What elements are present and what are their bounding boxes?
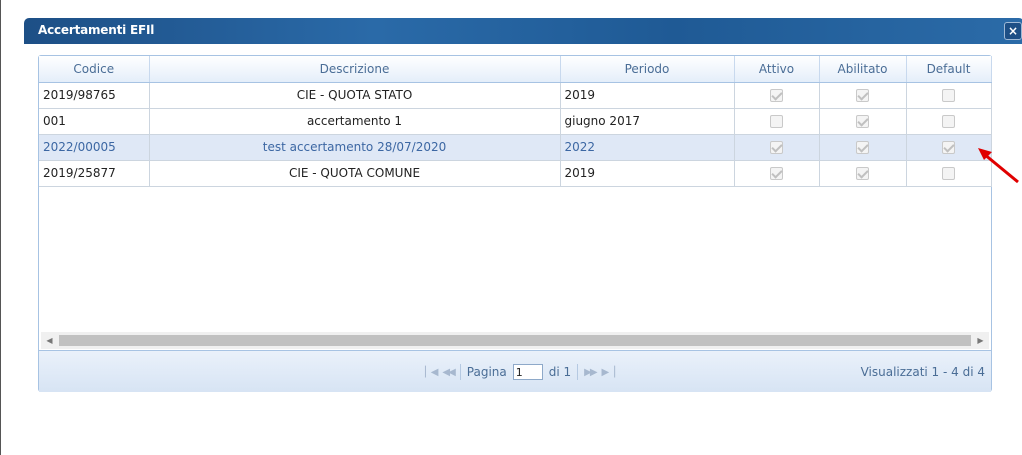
close-button[interactable]: × [1004, 22, 1022, 40]
abilitato-checkbox[interactable] [856, 141, 869, 154]
default-checkbox[interactable] [942, 141, 955, 154]
cell-default [906, 82, 992, 109]
cell-abilitato [819, 134, 907, 161]
attivo-checkbox[interactable] [770, 89, 783, 102]
cell-descrizione: CIE - QUOTA STATO [149, 82, 561, 109]
cell-periodo: 2019 [560, 82, 735, 109]
pager-separator [459, 364, 461, 380]
cell-attivo [734, 82, 820, 109]
table-row[interactable]: 2019/98765 CIE - QUOTA STATO 2019 [39, 82, 992, 109]
abilitato-checkbox[interactable] [856, 115, 869, 128]
cell-periodo: 2022 [560, 134, 735, 161]
pagination-status: Visualizzati 1 - 4 di 4 [860, 365, 985, 379]
table-row[interactable]: 001 accertamento 1 giugno 2017 [39, 108, 992, 135]
cell-codice: 2019/98765 [39, 82, 150, 109]
cell-descrizione: CIE - QUOTA COMUNE [149, 160, 561, 187]
table-row[interactable]: 2022/00005 test accertamento 28/07/2020 20… [39, 134, 992, 161]
page-label: Pagina [466, 365, 507, 379]
table-row[interactable]: 2019/25877 CIE - QUOTA COMUNE 2019 [39, 160, 992, 187]
default-checkbox[interactable] [942, 115, 955, 128]
annotation-arrow-icon [978, 148, 1019, 184]
column-header-periodo[interactable]: Periodo [560, 56, 735, 83]
page-number-input[interactable] [512, 364, 543, 380]
attivo-checkbox[interactable] [770, 115, 783, 128]
cell-default [906, 108, 992, 135]
attivo-checkbox[interactable] [770, 167, 783, 180]
cell-attivo [734, 134, 820, 161]
cell-attivo [734, 160, 820, 187]
column-header-descrizione[interactable]: Descrizione [149, 56, 561, 83]
accertamenti-table: Codice Descrizione Periodo Attivo Abilit… [39, 56, 992, 187]
cell-descrizione: accertamento 1 [149, 108, 561, 135]
cell-descrizione: test accertamento 28/07/2020 [149, 134, 561, 161]
first-page-icon[interactable]: ▏◀ [425, 367, 438, 378]
window-titlebar: Accertamenti EFIl [24, 18, 1022, 44]
cell-codice: 001 [39, 108, 150, 135]
attivo-checkbox[interactable] [770, 141, 783, 154]
column-header-default[interactable]: Default [906, 56, 992, 83]
scroll-left-icon[interactable]: ◀ [41, 332, 58, 349]
last-page-icon[interactable]: ▶▕ [602, 367, 615, 378]
pagination-bar: ▏◀ ◀◀ Pagina di 1 ▶▶ ▶▕ Visualizzati 1 -… [39, 350, 991, 392]
column-header-abilitato[interactable]: Abilitato [819, 56, 907, 83]
cell-abilitato [819, 108, 907, 135]
pagination-nav: ▏◀ ◀◀ Pagina di 1 ▶▶ ▶▕ [425, 364, 615, 380]
horizontal-scrollbar[interactable]: ◀ ▶ [41, 332, 989, 349]
cell-abilitato [819, 82, 907, 109]
pager-separator [577, 364, 579, 380]
next-page-icon[interactable]: ▶▶ [584, 367, 597, 378]
scrollbar-thumb[interactable] [59, 335, 971, 346]
column-header-attivo[interactable]: Attivo [734, 56, 820, 83]
default-checkbox[interactable] [942, 167, 955, 180]
column-header-codice[interactable]: Codice [39, 56, 150, 83]
cell-attivo [734, 108, 820, 135]
cell-codice: 2019/25877 [39, 160, 150, 187]
close-icon: × [1007, 24, 1019, 38]
window-title: Accertamenti EFIl [38, 23, 155, 37]
scroll-right-icon[interactable]: ▶ [972, 332, 989, 349]
cell-abilitato [819, 160, 907, 187]
abilitato-checkbox[interactable] [856, 167, 869, 180]
abilitato-checkbox[interactable] [856, 89, 869, 102]
table-header-row: Codice Descrizione Periodo Attivo Abilit… [39, 56, 992, 83]
previous-page-icon[interactable]: ◀◀ [442, 367, 455, 378]
grid-panel: Codice Descrizione Periodo Attivo Abilit… [38, 55, 992, 392]
cell-codice: 2022/00005 [39, 134, 150, 161]
cell-periodo: 2019 [560, 160, 735, 187]
default-checkbox[interactable] [942, 89, 955, 102]
page-count-label: di 1 [548, 365, 572, 379]
cell-periodo: giugno 2017 [560, 108, 735, 135]
